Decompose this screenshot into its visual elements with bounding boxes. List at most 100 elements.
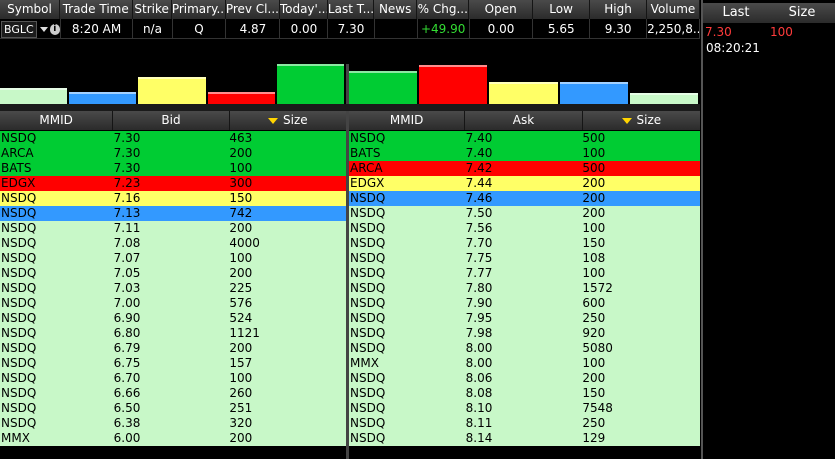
ask-row[interactable]: NSDQ 8.14 129 — [349, 431, 700, 446]
ask-row[interactable]: ARCA 7.42 500 — [349, 161, 700, 176]
chevron-down-icon[interactable] — [39, 22, 48, 36]
ask-size-cell: 7548 — [582, 401, 613, 415]
ask-row[interactable]: NSDQ 7.77 100 — [349, 266, 700, 281]
ask-row[interactable]: NSDQ 7.46 200 — [349, 191, 700, 206]
ts-col-last[interactable]: Last — [703, 3, 769, 23]
ask-row[interactable]: NSDQ 7.80 1572 — [349, 281, 700, 296]
bid-row[interactable]: EDGX 7.23 300 — [0, 176, 346, 191]
col-header-today[interactable]: Today'... — [280, 0, 328, 19]
ask-row[interactable]: NSDQ 7.40 500 — [349, 131, 700, 146]
ask-size-cell: 250 — [582, 416, 606, 430]
bid-size-cell: 200 — [229, 266, 253, 280]
bid-mmid-cell: BATS — [1, 161, 32, 175]
sort-desc-icon — [621, 117, 632, 124]
bid-row[interactable]: NSDQ 7.00 576 — [0, 296, 346, 311]
bid-row[interactable]: NSDQ 7.08 4000 — [0, 236, 346, 251]
bid-row[interactable]: NSDQ 7.03 225 — [0, 281, 346, 296]
col-header-strike[interactable]: Strike — [133, 0, 172, 19]
ask-row[interactable]: NSDQ 7.50 200 — [349, 206, 700, 221]
ask-depth-bar — [629, 93, 698, 104]
bid-mmid-cell: ARCA — [1, 146, 34, 160]
col-header-symbol[interactable]: Symbol — [0, 0, 60, 19]
bid-row[interactable]: MMX 6.00 200 — [0, 431, 346, 446]
news-value[interactable] — [375, 19, 418, 39]
ask-row[interactable]: MMX 8.00 100 — [349, 356, 700, 371]
col-header-news[interactable]: News — [374, 0, 418, 19]
bid-book: MMID Bid Size NSDQ 7.30 463 ARCA 7.30 200 BATS… — [0, 111, 346, 459]
ask-row[interactable]: NSDQ 7.56 100 — [349, 221, 700, 236]
ask-row[interactable]: NSDQ 8.08 150 — [349, 386, 700, 401]
bid-depth-bar — [69, 92, 137, 104]
ask-size-cell: 600 — [582, 296, 606, 310]
ask-mmid-cell: NSDQ — [350, 131, 386, 145]
bid-size-cell: 1121 — [229, 326, 260, 340]
bid-size-cell: 200 — [229, 341, 253, 355]
bid-col-bid[interactable]: Bid — [113, 111, 230, 130]
col-header-trade-time[interactable]: Trade Time — [60, 0, 133, 19]
bid-row[interactable]: NSDQ 6.66 260 — [0, 386, 346, 401]
bid-mmid-cell: NSDQ — [1, 341, 37, 355]
col-header-prev-close[interactable]: Prev Cl... — [226, 0, 280, 19]
bid-bid-cell: 6.90 — [113, 311, 141, 325]
col-header-high[interactable]: High — [590, 0, 647, 19]
ask-col-size[interactable]: Size — [583, 111, 700, 130]
ask-row[interactable]: NSDQ 8.00 5080 — [349, 341, 700, 356]
ask-size-cell: 200 — [582, 191, 606, 205]
bid-book-header: MMID Bid Size — [0, 111, 346, 130]
bid-row[interactable]: BATS 7.30 100 — [0, 161, 346, 176]
bid-row[interactable]: NSDQ 6.38 320 — [0, 416, 346, 431]
bid-row[interactable]: NSDQ 7.16 150 — [0, 191, 346, 206]
symbol-input[interactable]: BGLC — [1, 20, 37, 38]
ask-size-cell: 200 — [582, 176, 606, 190]
bid-size-cell: 463 — [229, 131, 253, 145]
ask-ask-cell: 8.10 — [465, 401, 493, 415]
bid-bid-cell: 7.13 — [113, 206, 141, 220]
ask-row[interactable]: NSDQ 7.75 108 — [349, 251, 700, 266]
bid-row[interactable]: NSDQ 6.79 200 — [0, 341, 346, 356]
bid-row[interactable]: NSDQ 7.11 200 — [0, 221, 346, 236]
symbol-cell[interactable]: BGLC i — [0, 19, 61, 39]
ask-row[interactable]: NSDQ 8.10 7548 — [349, 401, 700, 416]
quote-data-row[interactable]: BGLC i 8:20 AM n/a Q 4.87 0.00 7.30 +49.… — [0, 19, 700, 39]
ask-row[interactable]: BATS 7.40 100 — [349, 146, 700, 161]
bid-depth-bar — [138, 77, 206, 104]
ask-row[interactable]: NSDQ 8.11 250 — [349, 416, 700, 431]
ask-row[interactable]: NSDQ 8.06 200 — [349, 371, 700, 386]
ask-row[interactable]: NSDQ 7.95 250 — [349, 311, 700, 326]
ask-row[interactable]: NSDQ 7.90 600 — [349, 296, 700, 311]
ask-row[interactable]: EDGX 7.44 200 — [349, 176, 700, 191]
ask-col-ask[interactable]: Ask — [465, 111, 583, 130]
bid-row[interactable]: NSDQ 7.30 463 — [0, 131, 346, 146]
ts-col-size[interactable]: Size — [769, 3, 835, 23]
ask-ask-cell: 7.98 — [465, 326, 493, 340]
col-header-open[interactable]: Open — [469, 0, 534, 19]
info-icon[interactable]: i — [49, 23, 60, 35]
ask-ask-cell: 7.56 — [465, 221, 493, 235]
bid-row[interactable]: NSDQ 6.75 157 — [0, 356, 346, 371]
ask-col-mmid[interactable]: MMID — [349, 111, 466, 130]
bid-mmid-cell: NSDQ — [1, 281, 37, 295]
bid-row[interactable]: NSDQ 7.07 100 — [0, 251, 346, 266]
ask-col-size-label: Size — [636, 113, 662, 127]
bid-row[interactable]: NSDQ 7.05 200 — [0, 266, 346, 281]
col-header-pct-change[interactable]: % Chg... — [417, 0, 470, 19]
ask-ask-cell: 7.70 — [465, 236, 493, 250]
col-header-primary[interactable]: Primary... — [172, 0, 226, 19]
ask-row[interactable]: NSDQ 7.98 920 — [349, 326, 700, 341]
col-header-last[interactable]: Last T... — [328, 0, 375, 19]
bid-col-mmid[interactable]: MMID — [0, 111, 114, 130]
bid-col-size[interactable]: Size — [230, 111, 346, 130]
bid-row[interactable]: ARCA 7.30 200 — [0, 146, 346, 161]
col-header-volume[interactable]: Volume — [647, 0, 700, 19]
bid-row[interactable]: NSDQ 6.50 251 — [0, 401, 346, 416]
bid-row[interactable]: NSDQ 6.70 100 — [0, 371, 346, 386]
col-header-low[interactable]: Low — [533, 0, 591, 19]
ask-mmid-cell: NSDQ — [350, 401, 386, 415]
bid-bid-cell: 6.70 — [113, 371, 141, 385]
bid-row[interactable]: NSDQ 7.13 742 — [0, 206, 346, 221]
ask-row[interactable]: NSDQ 7.70 150 — [349, 236, 700, 251]
ask-mmid-cell: NSDQ — [350, 236, 386, 250]
bid-row[interactable]: NSDQ 6.80 1121 — [0, 326, 346, 341]
ask-ask-cell: 7.75 — [465, 251, 493, 265]
bid-row[interactable]: NSDQ 6.90 524 — [0, 311, 346, 326]
